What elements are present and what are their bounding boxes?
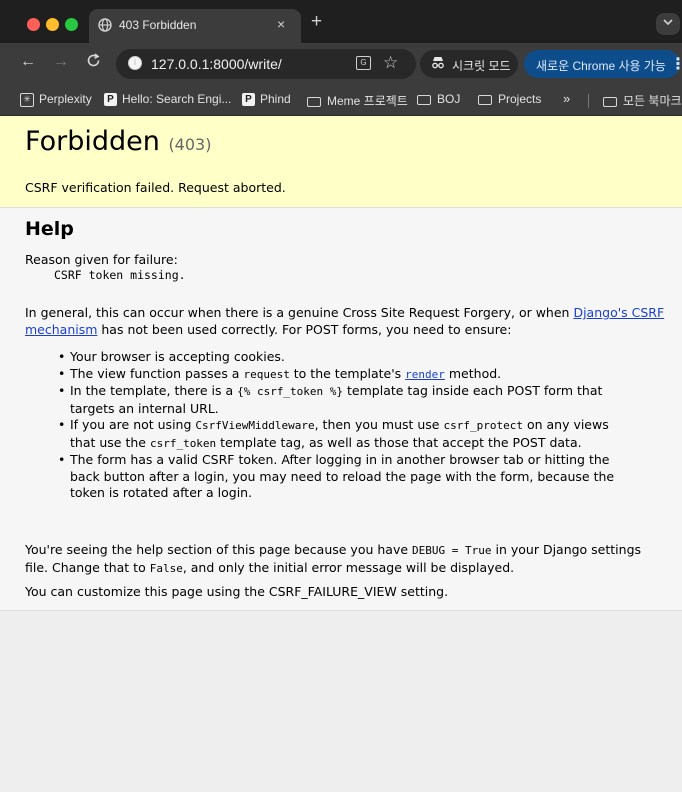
intro-text-after: has not been used correctly. For POST fo… [97,321,512,337]
bookmark-label: Perplexity [39,92,92,106]
tab-403-forbidden[interactable]: 403 Forbidden × [89,9,301,43]
reason-label: Reason given for failure: [25,252,178,267]
browser-toolbar: ← → i 127.0.0.1:8000/write/ G ☆ 시크릿 모드 새… [0,43,682,85]
forward-button[interactable]: → [53,53,69,71]
incognito-indicator[interactable]: 시크릿 모드 [420,50,518,78]
intro-text: In general, this can occur when there is… [25,305,574,320]
translate-icon[interactable]: G [356,56,371,70]
chevron-down-icon [663,19,673,26]
zoom-window-button[interactable] [65,18,78,31]
page-blank-area [0,611,682,792]
folder-icon [307,96,321,107]
code-request: request [243,367,290,381]
code-false: False [149,561,183,575]
code-csrf-token: csrf_token [149,436,217,450]
more-menu-icon[interactable]: ⋮ [670,54,682,74]
incognito-label: 시크릿 모드 [452,59,511,73]
phind-icon: P [104,93,117,107]
item-text: Your browser is accepting cookies. [70,349,285,364]
debug-text: , and only the initial error message wil… [182,559,515,575]
item-text: If you are not using [70,417,196,432]
bookmark-folder-meme[interactable]: Meme 프로젝트 [307,92,408,109]
address-bar[interactable]: i 127.0.0.1:8000/write/ G ☆ [116,49,416,79]
list-item: In the template, there is a {% csrf_toke… [58,383,630,417]
bookmark-folder-projects[interactable]: Projects [478,92,541,106]
chrome-update-button[interactable]: 새로운 Chrome 사용 가능 ⋮ [524,50,682,78]
reload-icon [87,53,100,67]
intro-paragraph: In general, this can occur when there is… [25,305,665,338]
error-message: CSRF verification failed. Request aborte… [25,180,286,195]
reload-button[interactable] [86,53,101,73]
error-summary: Forbidden (403) CSRF verification failed… [0,116,682,208]
globe-icon [98,18,112,32]
debug-paragraph: You're seeing the help section of this p… [25,542,665,577]
back-button[interactable]: ← [20,53,36,71]
debug-text: You're seeing the help section of this p… [25,542,413,557]
bookmarks-divider [588,94,589,108]
bookmark-label: BOJ [437,92,461,106]
tab-close-icon[interactable]: × [277,16,285,32]
bookmarks-overflow-button[interactable]: » [563,91,570,106]
bookmark-perplexity[interactable]: ✳ Perplexity [20,92,92,107]
list-item: The form has a valid CSRF token. After l… [58,452,630,502]
reason-text: CSRF token missing. [54,268,186,282]
item-text: , then you must use [314,417,444,432]
site-info-icon[interactable]: i [128,56,142,70]
status-code: (403) [168,135,212,154]
requirements-list: Your browser is accepting cookies. The v… [58,349,630,502]
code-csrf-protect: csrf_protect [443,419,523,432]
bookmark-label: Phind [260,92,291,106]
bookmarks-bar: ✳ Perplexity P Hello: Search Engi... P Phin… [0,85,682,116]
bookmark-label: 모든 북마크 [623,94,682,108]
new-tab-button[interactable]: + [311,11,322,33]
list-item: If you are not using CsrfViewMiddleware,… [58,417,630,452]
bookmark-folder-boj[interactable]: BOJ [417,92,460,106]
help-section: Help Reason given for failure: CSRF toke… [0,208,682,611]
item-text: The view function passes a [70,365,244,381]
bookmark-label: Hello: Search Engi... [122,92,232,106]
bookmark-star-icon[interactable]: ☆ [383,53,398,73]
render-link[interactable]: render [405,368,445,381]
list-item: The view function passes a request to th… [58,365,630,384]
code-csrf-token-tag: {% csrf_token %} [237,385,344,398]
bookmark-hello-search[interactable]: P Hello: Search Engi... [104,92,232,107]
title-text: Forbidden [25,126,160,157]
item-text: to the template's [289,365,406,381]
tab-title: 403 Forbidden [119,18,197,32]
tab-search-button[interactable] [656,13,680,35]
title-bar: 403 Forbidden × + [0,0,682,43]
item-text: method. [444,365,502,381]
all-bookmarks-button[interactable]: 모든 북마크 [603,92,682,109]
item-text: In the template, there is a [70,383,238,398]
bookmark-label: Projects [498,92,542,106]
help-heading: Help [25,218,74,240]
perplexity-icon: ✳ [20,92,34,107]
customize-paragraph: You can customize this page using the CS… [25,584,449,599]
list-item: Your browser is accepting cookies. [58,349,630,366]
folder-icon [417,94,431,105]
phind-icon: P [242,93,255,107]
incognito-icon [431,56,445,72]
url-text[interactable]: 127.0.0.1:8000/write/ [151,56,282,72]
bookmark-phind[interactable]: P Phind [242,92,291,107]
code-middleware: CsrfViewMiddleware [195,419,315,432]
update-label: 새로운 Chrome 사용 가능 [536,59,666,73]
folder-icon [603,96,617,107]
code-debug-true: DEBUG = True [412,544,492,557]
page-content: Forbidden (403) CSRF verification failed… [0,116,682,792]
page-title: Forbidden (403) [25,126,211,157]
item-text: The form has a valid CSRF token. After l… [70,452,615,500]
close-window-button[interactable] [27,18,40,31]
minimize-window-button[interactable] [46,18,59,31]
bookmark-label: Meme 프로젝트 [327,94,408,108]
item-text: template tag, as well as those that acce… [216,434,582,450]
folder-icon [478,94,492,105]
